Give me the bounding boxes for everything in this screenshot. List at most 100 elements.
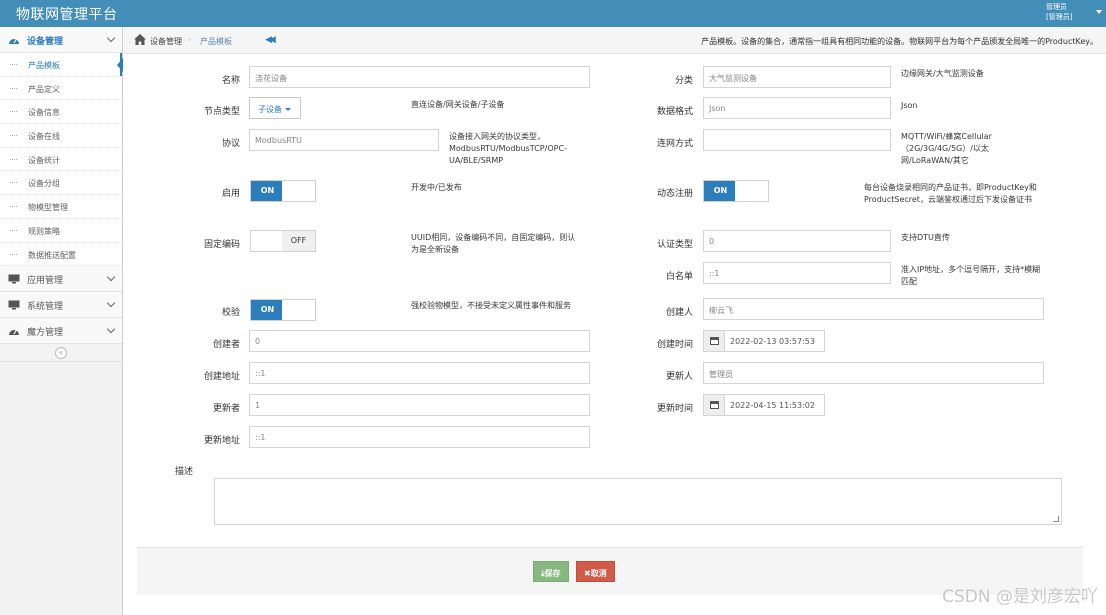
- page-description: 产品模板。设备的集合，通常指一组具有相同功能的设备。物联网平台为每个产品颁发全局…: [701, 37, 1098, 46]
- auth-type-label: 认证类型: [656, 240, 693, 250]
- cancel-button[interactable]: ✖取消: [576, 561, 615, 582]
- updater-input[interactable]: 管理员: [703, 362, 1044, 384]
- verify-label: 校验: [221, 308, 240, 318]
- tree-line: [10, 64, 17, 65]
- toggle-on-label: ON: [251, 300, 284, 320]
- sidebar-group-label: 系统管理: [27, 302, 64, 313]
- protocol-help: 设备接入网关的协议类型，ModbusRTU/ModbusTCP/OPC-UA/B…: [449, 132, 567, 165]
- sidebar-item-label: 设备信息: [28, 108, 60, 118]
- enable-toggle[interactable]: ON: [250, 180, 316, 202]
- sidebar-group-label: 魔方管理: [27, 328, 64, 339]
- create-addr-input[interactable]: ::1: [249, 362, 590, 384]
- whitelist-help: 准入IP地址，多个逗号隔开，支持*模糊匹配: [901, 265, 1041, 286]
- dashboard-icon: [8, 35, 20, 45]
- home-icon[interactable]: [134, 34, 146, 45]
- sidebar-item-thing-model[interactable]: 物模型管理: [0, 195, 122, 219]
- tree-line: [10, 229, 17, 231]
- category-help: 边缘网关/大气监测设备: [901, 69, 984, 78]
- dashboard-icon: [8, 326, 20, 336]
- toggle-knob: [735, 181, 768, 201]
- verify-toggle[interactable]: ON: [250, 299, 316, 321]
- creator-id-label: 创建者: [212, 340, 240, 350]
- user-menu[interactable]: 管理员 [管理员]: [1046, 2, 1092, 22]
- category-input[interactable]: 大气监测设备: [703, 66, 891, 88]
- sidebar-item-product-template[interactable]: 产品模板: [0, 53, 123, 77]
- close-icon: ✖: [584, 569, 591, 578]
- sidebar-item-label: 规则策略: [28, 226, 60, 236]
- breadcrumb-home[interactable]: 设备管理: [150, 36, 182, 47]
- auth-type-help: 支持DTU直传: [901, 233, 950, 242]
- caret-down-icon: [285, 108, 291, 111]
- breadcrumb-current[interactable]: 产品模板: [200, 36, 232, 47]
- chevron-down-icon: [106, 298, 116, 308]
- sidebar-item-label: 产品定义: [28, 84, 60, 94]
- tree-line: [10, 206, 17, 208]
- resize-handle-icon[interactable]: [1053, 516, 1059, 522]
- calendar-addon[interactable]: [703, 330, 725, 352]
- sidebar-item-device-stats[interactable]: 设备统计: [0, 147, 122, 172]
- sidebar-item-rule-policy[interactable]: 规则策略: [0, 218, 122, 243]
- node-type-label: 节点类型: [203, 107, 240, 117]
- sidebar-item-device-online[interactable]: 设备在线: [0, 124, 122, 148]
- sidebar-item-device-info[interactable]: 设备信息: [0, 100, 122, 125]
- category-label: 分类: [674, 76, 693, 86]
- creator-input[interactable]: 柳云飞: [703, 298, 1044, 320]
- sidebar-item-label: 设备在线: [28, 132, 60, 142]
- user-name: 管理员: [1046, 3, 1067, 11]
- updater-id-input[interactable]: 1: [249, 394, 590, 416]
- fixed-code-toggle[interactable]: OFF: [250, 230, 316, 252]
- back-icon[interactable]: ◀◀: [265, 35, 276, 45]
- sidebar-item-label: 设备分组: [28, 179, 60, 189]
- enable-label: 启用: [221, 189, 240, 199]
- sidebar-item-label: 物模型管理: [28, 203, 68, 213]
- calendar-addon[interactable]: [703, 394, 725, 416]
- tree-line: [10, 87, 17, 89]
- toggle-knob: [251, 231, 284, 251]
- dynamic-register-label: 动态注册: [656, 189, 693, 199]
- updater-label: 更新人: [665, 372, 693, 382]
- whitelist-label: 白名单: [665, 272, 693, 282]
- dynamic-register-toggle[interactable]: ON: [703, 180, 769, 202]
- enable-help: 开发中/已发布: [411, 183, 462, 192]
- network-input[interactable]: [703, 129, 891, 151]
- sidebar: 设备管理 产品模板 产品定义 设备信息 设备在线 设备统计 设备分组 物模型管理…: [0, 27, 123, 615]
- update-addr-label: 更新地址: [203, 436, 240, 446]
- caret-down-icon[interactable]: [1096, 10, 1102, 14]
- auth-type-input[interactable]: 0: [703, 230, 891, 252]
- breadcrumb: 设备管理 › 产品模板 ◀◀ 产品模板。设备的集合，通常指一组具有相同功能的设备…: [124, 27, 1106, 54]
- sidebar-item-label: 设备统计: [28, 155, 60, 165]
- name-input[interactable]: 浇花设备: [249, 66, 590, 88]
- whitelist-input[interactable]: ::1: [703, 262, 891, 284]
- monitor-icon: [8, 300, 20, 310]
- sidebar-group-device-management[interactable]: 设备管理: [0, 27, 122, 53]
- description-textarea[interactable]: [214, 478, 1062, 525]
- sidebar-item-product-definition[interactable]: 产品定义: [0, 76, 122, 101]
- tree-line: [10, 135, 17, 137]
- collapse-sidebar-icon[interactable]: «: [55, 347, 67, 360]
- protocol-input[interactable]: ModbusRTU: [249, 129, 439, 151]
- creator-label: 创建人: [665, 308, 693, 318]
- sidebar-group-label: 应用管理: [27, 276, 64, 287]
- tree-line: [10, 182, 17, 184]
- sidebar-item-data-push[interactable]: 数据推送配置: [0, 242, 122, 267]
- sidebar-item-device-group[interactable]: 设备分组: [0, 171, 122, 196]
- network-label: 连网方式: [656, 139, 693, 149]
- update-addr-input[interactable]: ::1: [249, 426, 590, 448]
- sidebar-group-app-management[interactable]: 应用管理: [0, 266, 122, 293]
- chevron-down-icon: [106, 324, 116, 334]
- node-type-help: 直连设备/网关设备/子设备: [411, 100, 505, 109]
- node-type-value: 子设备: [258, 105, 282, 114]
- update-time-input[interactable]: 2022-04-15 11:53:02: [724, 394, 825, 416]
- app-brand[interactable]: 物联网管理平台: [16, 4, 118, 24]
- data-format-input[interactable]: Json: [703, 97, 891, 119]
- node-type-select[interactable]: 子设备: [249, 97, 301, 119]
- breadcrumb-separator: ›: [188, 35, 192, 44]
- verify-help: 强校验物模型，不接受未定义属性事件和服务: [411, 301, 571, 310]
- sidebar-group-system-management[interactable]: 系统管理: [0, 292, 122, 319]
- top-navbar: 物联网管理平台 管理员 [管理员]: [0, 0, 1106, 27]
- sidebar-group-cube-management[interactable]: 魔方管理: [0, 318, 122, 345]
- user-role: [管理员]: [1046, 13, 1073, 21]
- save-button[interactable]: ⤓保存: [533, 561, 569, 582]
- creator-id-input[interactable]: 0: [249, 330, 590, 352]
- create-time-input[interactable]: 2022-02-13 03:57:53: [724, 330, 825, 352]
